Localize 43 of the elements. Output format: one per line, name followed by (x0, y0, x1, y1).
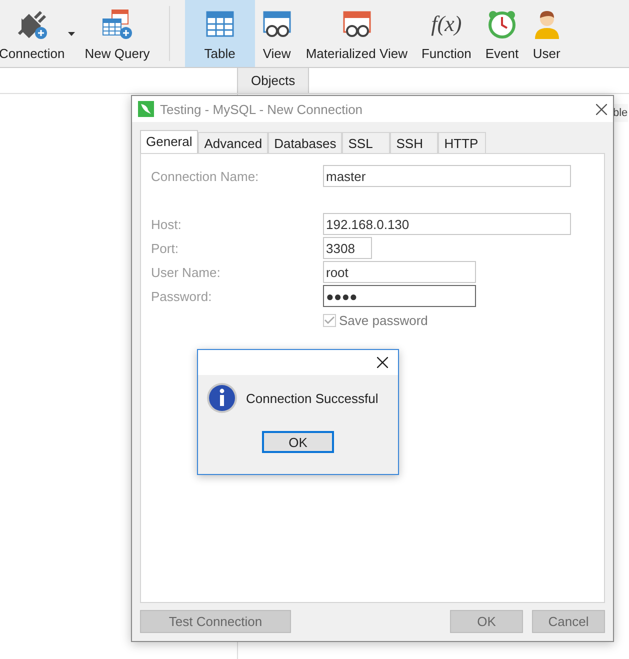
table-icon (206, 10, 234, 38)
table-plus-icon (100, 8, 134, 40)
dialog-title: Testing - MySQL - New Connection (160, 102, 364, 116)
new-query-button[interactable]: New Query (78, 0, 157, 67)
dialog-button[interactable]: Cancel (532, 610, 605, 633)
field-label: Connection Name: (151, 168, 260, 184)
function-icon: f(x) (431, 11, 462, 37)
close-icon[interactable] (596, 104, 607, 114)
materialized-view-button[interactable]: Materialized View (298, 0, 414, 67)
input-field[interactable]: 3308 (323, 237, 372, 259)
message-text: Connection Successful (246, 390, 378, 406)
input-field[interactable]: ●●●● (323, 285, 476, 307)
field-label: Password: (151, 288, 213, 304)
table-button[interactable]: Table (184, 0, 255, 67)
dialog-tab[interactable]: General (140, 130, 198, 153)
table-glasses-icon (342, 10, 372, 38)
event-button[interactable]: Event (478, 0, 526, 67)
dropdown-caret-icon[interactable] (68, 32, 75, 36)
dialog-tab[interactable]: SSL (342, 132, 390, 153)
view-button[interactable]: View (254, 0, 299, 67)
user-button[interactable]: User (526, 0, 568, 67)
info-icon (206, 382, 238, 414)
user-icon (532, 9, 561, 39)
function-button[interactable]: f(x) Function (414, 0, 478, 67)
dialog-tab[interactable]: SSH (390, 132, 438, 153)
input-field[interactable]: 192.168.0.130 (323, 213, 571, 235)
dialog-button[interactable]: OK (450, 610, 523, 633)
checkmark-icon (324, 316, 335, 325)
table-glasses-icon (262, 10, 292, 38)
input-field[interactable]: root (323, 261, 476, 283)
close-icon[interactable] (377, 357, 388, 368)
ok-button[interactable]: OK (262, 431, 334, 453)
dialog-tab[interactable]: Databases (268, 132, 342, 153)
dialog-button[interactable]: Test Connection (140, 610, 291, 633)
connection-button[interactable]: Connection (0, 0, 72, 67)
field-label: Port: (151, 240, 180, 256)
dialog-tab[interactable]: HTTP (438, 132, 486, 153)
dialog-tab[interactable]: Advanced (198, 132, 268, 153)
input-field[interactable]: master (323, 165, 571, 187)
alarm-clock-icon (486, 9, 517, 39)
field-label: Host: (151, 216, 182, 232)
field-label: User Name: (151, 264, 222, 280)
main-tab[interactable]: Objects (237, 68, 310, 93)
